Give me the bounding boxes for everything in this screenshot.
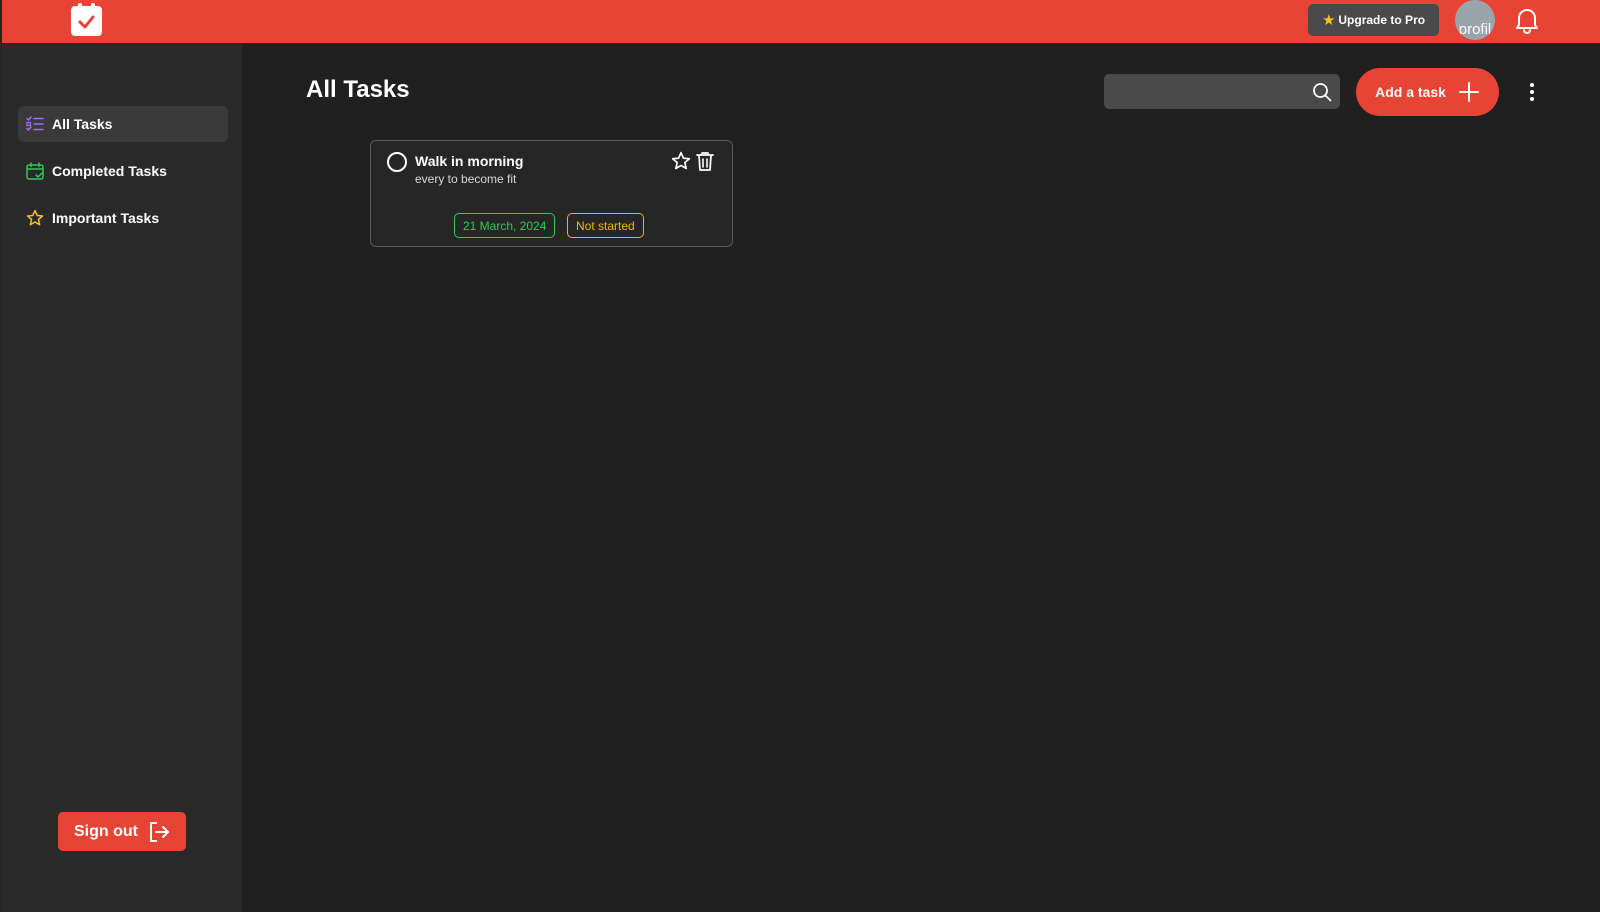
main-content: All Tasks Add a task Walk in morning eve… [242, 43, 1600, 912]
sidebar-item-label: Completed Tasks [52, 163, 167, 179]
sidebar-item-all-tasks[interactable]: All Tasks [18, 106, 228, 142]
star-icon: ★ [1321, 11, 1336, 29]
app-window: ★ Upgrade to Pro profil All Tasks Comple… [0, 0, 1600, 912]
trash-icon[interactable] [696, 151, 714, 171]
logout-icon [149, 821, 169, 842]
star-icon[interactable] [671, 151, 691, 171]
more-options-icon[interactable] [1522, 81, 1542, 103]
search-box [1104, 74, 1340, 109]
sign-out-button[interactable]: Sign out [58, 812, 186, 851]
add-task-label: Add a task [1375, 84, 1446, 100]
search-input[interactable] [1104, 74, 1304, 109]
bell-icon[interactable] [1514, 6, 1540, 34]
sidebar-item-completed-tasks[interactable]: Completed Tasks [18, 153, 228, 189]
search-icon[interactable] [1312, 82, 1332, 102]
calendar-check-icon [26, 162, 44, 180]
sign-out-label: Sign out [74, 822, 138, 840]
task-status-badge[interactable]: Not started [567, 213, 644, 238]
task-title: Walk in morning [415, 153, 524, 169]
top-bar: ★ Upgrade to Pro profil [2, 0, 1600, 43]
page-title: All Tasks [306, 76, 410, 103]
add-task-button[interactable]: Add a task [1356, 68, 1499, 116]
sidebar-item-label: All Tasks [52, 116, 113, 132]
list-check-icon [26, 116, 44, 131]
task-description: every to become fit [415, 172, 517, 186]
upgrade-label: Upgrade to Pro [1338, 13, 1426, 27]
sidebar-item-important-tasks[interactable]: Important Tasks [18, 200, 228, 236]
task-date-badge: 21 March, 2024 [454, 213, 556, 238]
task-complete-checkbox[interactable] [387, 152, 407, 172]
avatar-alt-text: profil [1458, 21, 1492, 38]
check-mark-icon [78, 15, 95, 29]
calendar-check-logo-icon[interactable] [71, 3, 102, 36]
sidebar-item-label: Important Tasks [52, 210, 160, 226]
plus-icon [1458, 82, 1479, 102]
sidebar: All Tasks Completed Tasks Important Task… [2, 43, 242, 912]
task-card: Walk in morning every to become fit 21 M… [370, 140, 733, 247]
avatar[interactable]: profil [1455, 0, 1495, 40]
upgrade-to-pro-button[interactable]: ★ Upgrade to Pro [1308, 4, 1439, 36]
star-icon [26, 209, 44, 226]
